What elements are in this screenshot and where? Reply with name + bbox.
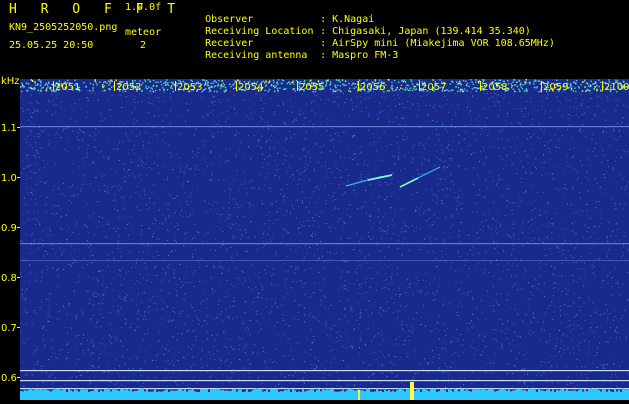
frequency-tick-mark xyxy=(17,227,20,228)
frequency-tick-mark xyxy=(17,177,20,178)
time-tick-label: 2056 xyxy=(360,82,385,93)
time-tick-mark xyxy=(602,81,603,91)
time-tick-mark xyxy=(480,81,481,91)
frequency-tick-mark xyxy=(17,327,20,328)
time-tick-label: 2053 xyxy=(177,82,202,93)
frequency-tick-label: 0.8 xyxy=(1,273,17,284)
time-tick-label: 2058 xyxy=(482,82,507,93)
time-tick-label: 2051 xyxy=(55,82,80,93)
marker-line xyxy=(20,380,629,381)
info-label: Receiving antenna xyxy=(205,51,320,61)
frequency-tick-mark xyxy=(17,277,20,278)
time-tick-mark xyxy=(541,81,542,91)
time-tick-mark xyxy=(419,81,420,91)
info-row-antenna: Receiving antenna:Maspro FM-3 xyxy=(181,41,398,71)
filename-label: KN9_2505252050.png xyxy=(9,23,117,33)
datetime-label: 25.05.25 20:50 xyxy=(9,41,93,51)
marker-line xyxy=(20,388,629,389)
spectrogram-svg: 2051 2052 2053 2054 2055 2056 2057 2058 2059 2100… xyxy=(0,79,629,400)
header-panel: H R O F F T 1.0.0f KN9_2505252050.png me… xyxy=(0,0,629,79)
frequency-tick-label: 1.0 xyxy=(1,173,17,184)
time-tick-label: 2052 xyxy=(116,82,141,93)
time-tick-mark xyxy=(297,81,298,91)
time-tick-mark xyxy=(53,81,54,91)
carrier-line xyxy=(20,126,629,127)
time-tick-label: 2055 xyxy=(299,82,324,93)
version-label: 1.0.0f xyxy=(125,3,161,13)
marker-line xyxy=(20,370,629,371)
time-tick-label: 2057 xyxy=(421,82,446,93)
time-tick-label: 2059 xyxy=(543,82,568,93)
time-tick-mark xyxy=(358,81,359,91)
info-separator: : xyxy=(320,51,332,61)
time-tick-mark xyxy=(114,81,115,91)
frequency-tick-label: 0.6 xyxy=(1,373,17,384)
frequency-tick-labels: 1.1 1.0 0.9 0.8 0.7 0.6 xyxy=(1,123,20,384)
meteor-count: 2 xyxy=(140,41,146,51)
carrier-line xyxy=(20,243,629,244)
spectrogram-area: 2051 2052 2053 2054 2055 2056 2057 2058 2059 2100… xyxy=(0,79,629,400)
time-tick-mark xyxy=(236,81,237,91)
time-tick-label: 2054 xyxy=(238,82,263,93)
meteor-label: meteor xyxy=(125,28,161,38)
frequency-tick-mark xyxy=(17,377,20,378)
frequency-tick-label: 0.9 xyxy=(1,223,17,234)
frequency-tick-label: 1.1 xyxy=(1,123,17,134)
frequency-tick-mark xyxy=(17,127,20,128)
frequency-tick-label: 0.7 xyxy=(1,323,17,334)
carrier-line xyxy=(20,260,629,261)
time-tick-mark xyxy=(175,81,176,91)
time-tick-label: 2100 xyxy=(604,82,629,93)
info-value: Maspro FM-3 xyxy=(332,50,398,61)
